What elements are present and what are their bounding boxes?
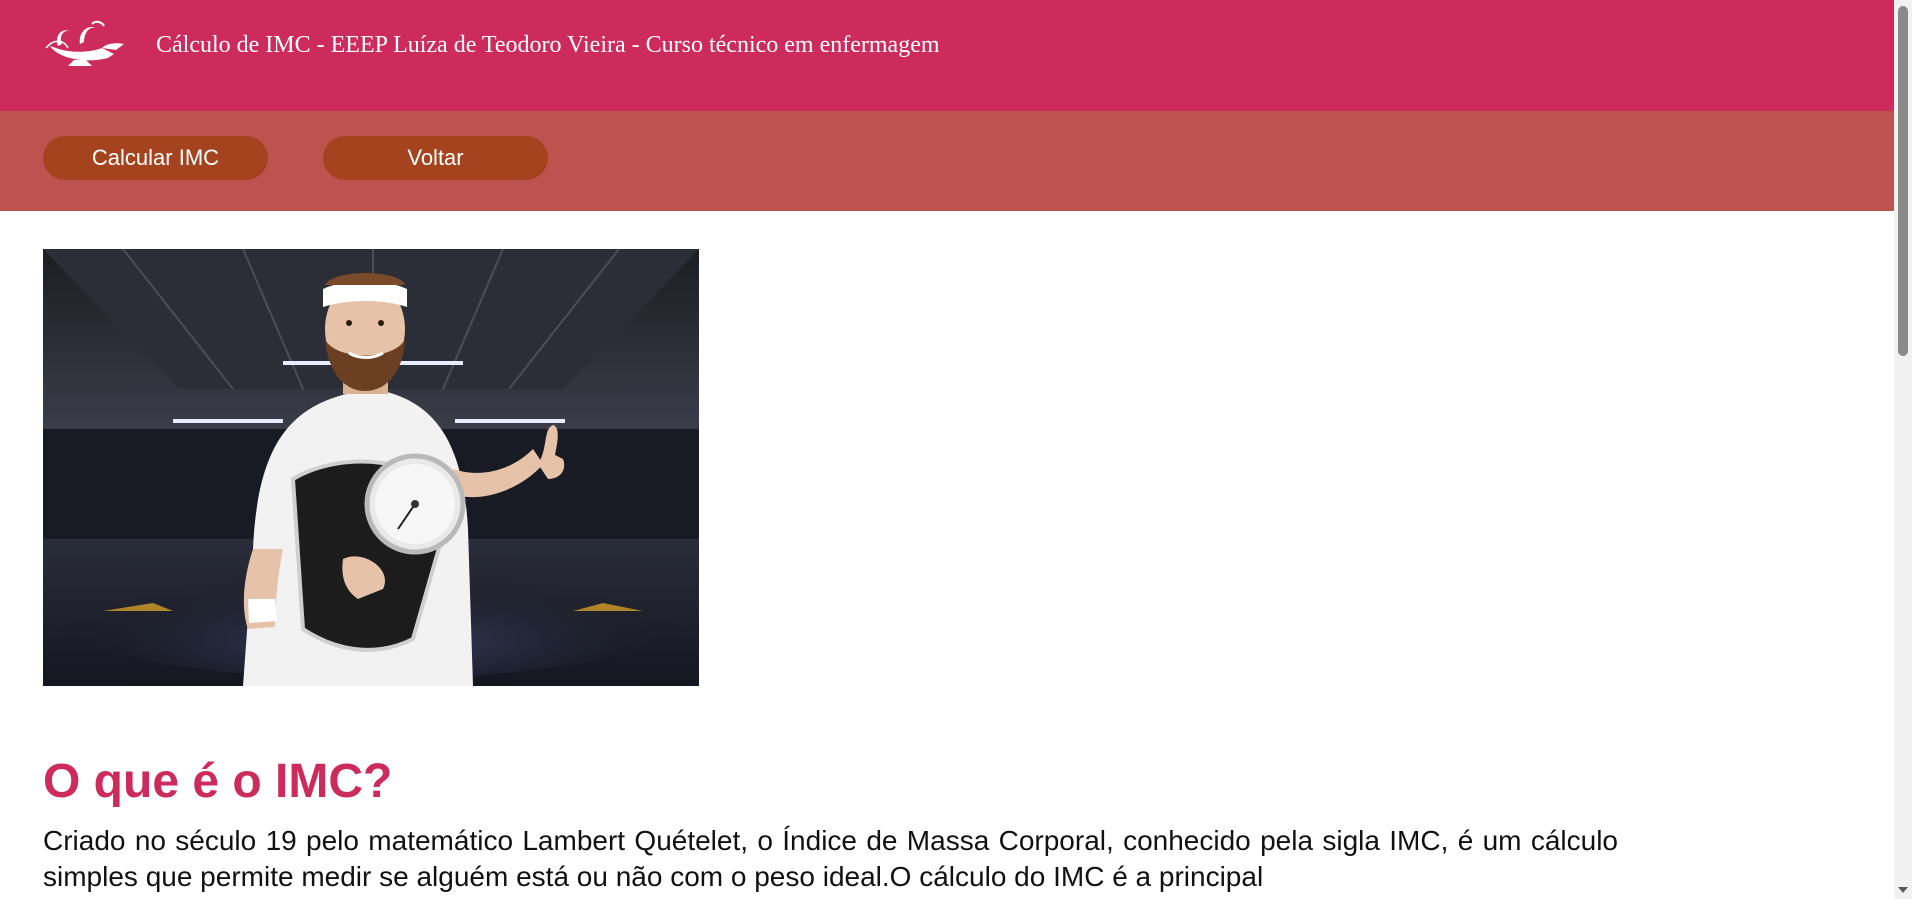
- calculate-bmi-button[interactable]: Calcular IMC: [43, 136, 268, 180]
- site-title: Cálculo de IMC - EEEP Luíza de Teodoro V…: [156, 32, 940, 58]
- nav-bar: Calcular IMC Voltar: [0, 111, 1894, 211]
- scrollbar-thumb[interactable]: [1898, 6, 1908, 356]
- hero-image: [43, 249, 699, 686]
- page-heading: O que é o IMC?: [43, 755, 393, 808]
- page: Cálculo de IMC - EEEP Luíza de Teodoro V…: [0, 0, 1894, 899]
- vertical-scrollbar[interactable]: [1894, 0, 1912, 899]
- nursing-lamp-logo-icon: [44, 18, 128, 68]
- back-button[interactable]: Voltar: [323, 136, 548, 180]
- intro-paragraph: Criado no século 19 pelo matemático Lamb…: [43, 825, 1618, 892]
- man-holding-scale-image: [43, 249, 699, 686]
- scroll-down-arrow-icon[interactable]: [1898, 887, 1908, 893]
- site-header: Cálculo de IMC - EEEP Luíza de Teodoro V…: [0, 0, 1894, 111]
